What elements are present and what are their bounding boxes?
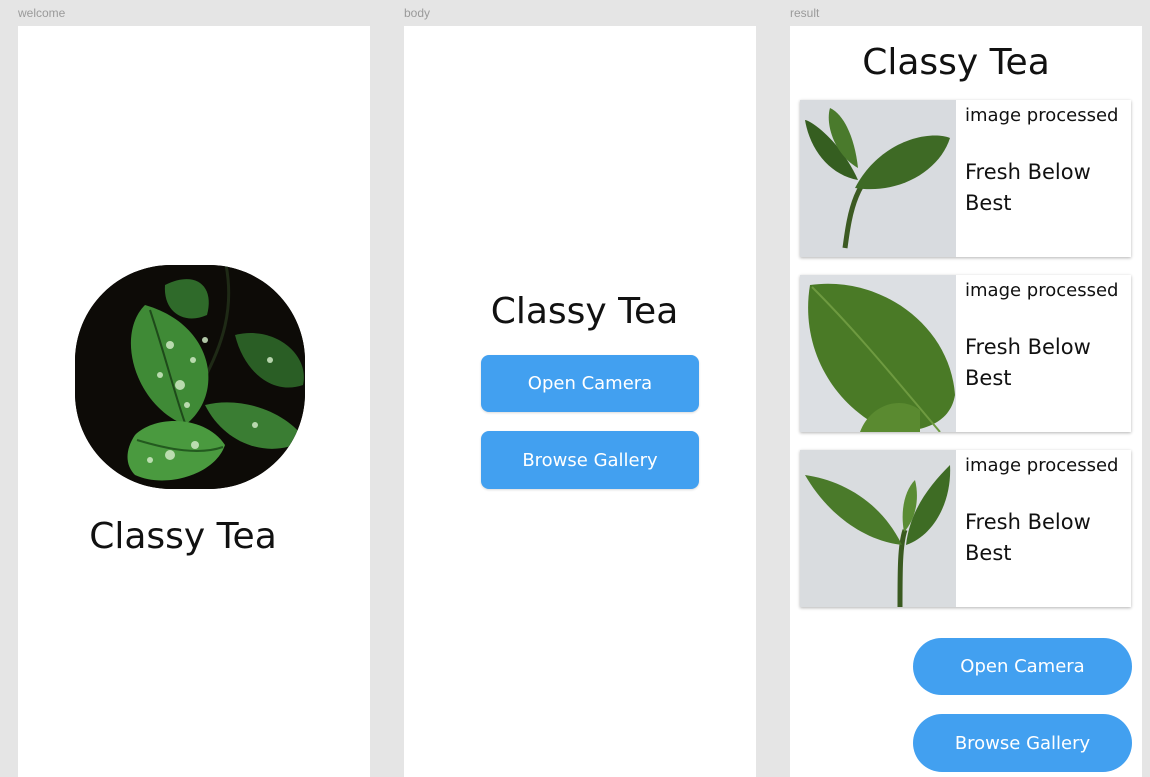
welcome-app-title: Classy Tea: [89, 516, 277, 557]
result-card[interactable]: image processed Fresh Below Best: [800, 450, 1131, 607]
card-status: image processed: [965, 455, 1119, 476]
result-screen: Classy Tea image processed Fresh Below B…: [790, 26, 1142, 777]
browse-gallery-button[interactable]: Browse Gallery: [913, 714, 1132, 772]
tea-leaf-photo-icon: [800, 100, 956, 257]
body-app-title: Classy Tea: [490, 291, 679, 332]
card-result-label: Fresh Below Best: [965, 335, 1091, 390]
frame-label-welcome: welcome: [18, 6, 66, 20]
card-result-label: Fresh Below Best: [965, 160, 1091, 215]
card-status: image processed: [965, 280, 1119, 301]
card-status: image processed: [965, 105, 1119, 126]
frame-label-result: result: [790, 6, 820, 20]
result-card[interactable]: image processed Fresh Below Best: [800, 275, 1131, 432]
open-camera-button[interactable]: Open Camera: [481, 355, 699, 412]
tea-leaf-logo-icon: [75, 265, 305, 489]
browse-gallery-button[interactable]: Browse Gallery: [481, 431, 699, 489]
card-result-label: Fresh Below Best: [965, 510, 1091, 565]
frame-label-body: body: [404, 6, 431, 20]
result-app-title: Classy Tea: [862, 42, 1050, 83]
body-screen: Classy Tea Open Camera Browse Gallery: [404, 26, 756, 777]
result-card[interactable]: image processed Fresh Below Best: [800, 100, 1131, 257]
open-camera-button[interactable]: Open Camera: [913, 638, 1132, 695]
tea-leaf-photo-icon: [800, 275, 956, 432]
tea-leaf-photo-icon: [800, 450, 956, 607]
welcome-screen: Classy Tea: [18, 26, 370, 777]
